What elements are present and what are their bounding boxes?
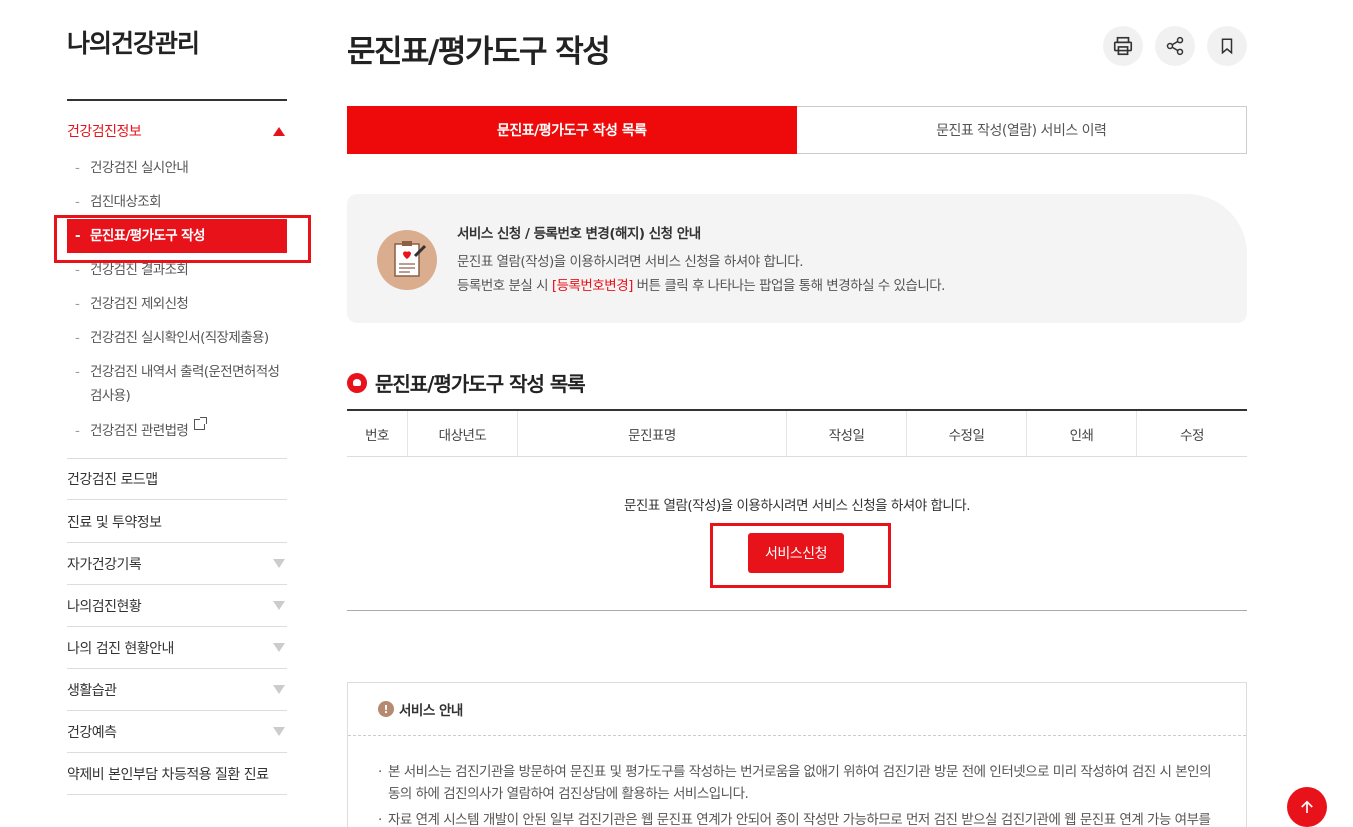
tab-history[interactable]: 문진표 작성(열람) 서비스 이력	[796, 106, 1247, 154]
sidebar-menu-item[interactable]: 생활습관	[67, 669, 287, 711]
page-actions	[1103, 26, 1247, 66]
notice-line: 문진표 열람(작성)을 이용하시려면 서비스 신청을 하셔야 합니다.	[457, 254, 804, 270]
column-header: 문진표명	[518, 411, 787, 456]
sidebar-divider	[67, 99, 287, 101]
page-title: 문진표/평가도구 작성	[347, 34, 611, 70]
active-item-highlight-box	[54, 215, 311, 263]
clipboard-icon	[377, 230, 437, 290]
sidebar-section-health-checkup[interactable]: 건강검진정보	[67, 120, 287, 142]
column-header: 번호	[347, 411, 408, 456]
apply-button-highlight-box	[710, 523, 891, 588]
service-info-header: ! 서비스 안내	[378, 699, 463, 719]
sidebar-section-label: 건강검진정보	[67, 124, 142, 140]
arrow-up-icon	[1301, 800, 1313, 813]
share-button[interactable]	[1155, 26, 1195, 66]
service-info-box: ! 서비스 안내 본 서비스는 검진기관을 방문하여 문진표 및 평가도구를 작…	[347, 682, 1247, 827]
tab-list[interactable]: 문진표/평가도구 작성 목록	[347, 106, 797, 154]
table-bottom-border	[347, 610, 1247, 611]
heart-bubble-icon	[347, 372, 367, 393]
empty-table-message: 문진표 열람(작성)을 이용하시려면 서비스 신청을 하셔야 합니다.	[624, 498, 971, 514]
service-info-divider	[348, 735, 1246, 736]
print-button[interactable]	[1103, 26, 1143, 66]
notice-box: 서비스 신청 / 등록번호 변경(해지) 신청 안내 문진표 열람(작성)을 이…	[347, 194, 1247, 323]
service-info-paragraph: 자료 연계 시스템 개발이 안된 일부 검진기관은 웹 문진표 연계가 안되어 …	[378, 809, 1223, 827]
sidebar-sub-item-law[interactable]: - 건강검진 관련법령	[67, 417, 287, 443]
table-header: 번호 대상년도 문진표명 작성일 수정일 인쇄 수정	[347, 409, 1247, 457]
sidebar-menu-item[interactable]: 자가건강기록	[67, 543, 287, 585]
tab-bar: 문진표/평가도구 작성 목록 문진표 작성(열람) 서비스 이력	[347, 106, 1247, 154]
service-info-paragraph: 본 서비스는 검진기관을 방문하여 문진표 및 평가도구를 작성하는 번거로움을…	[378, 761, 1223, 805]
exclamation-icon: !	[378, 701, 394, 717]
column-header: 수정일	[907, 411, 1027, 456]
column-header: 작성일	[787, 411, 907, 456]
collapse-up-icon	[273, 126, 285, 136]
bookmark-button[interactable]	[1207, 26, 1247, 66]
expand-down-icon	[273, 559, 285, 568]
sidebar-title: 나의건강관리	[67, 29, 200, 58]
change-registration-link[interactable]: [등록번호변경]	[552, 278, 634, 294]
sidebar-menu-item[interactable]: 나의검진현황	[67, 585, 287, 627]
notice-title: 서비스 신청 / 등록번호 변경(해지) 신청 안내	[457, 226, 701, 242]
sidebar-sub-item[interactable]: - 검진대상조회	[67, 190, 287, 214]
list-section-title: 문진표/평가도구 작성 목록	[347, 368, 586, 397]
sidebar-menu-item[interactable]: 나의 검진 현황안내	[67, 627, 287, 669]
notice-line: 등록번호 분실 시 [등록번호변경] 버튼 클릭 후 나타나는 팝업을 통해 변…	[457, 278, 945, 294]
scroll-top-button[interactable]	[1287, 787, 1327, 827]
column-header: 대상년도	[408, 411, 518, 456]
sidebar-menu-item[interactable]: 약제비 본인부담 차등적용 질환 진료	[67, 753, 287, 795]
expand-down-icon	[273, 727, 285, 736]
sidebar-sub-item[interactable]: - 건강검진 실시안내	[67, 156, 287, 180]
sidebar-menu-item[interactable]: 건강검진 로드맵	[67, 458, 287, 500]
expand-down-icon	[273, 643, 285, 652]
sidebar-sub-item[interactable]: - 건강검진 내역서 출력(운전면허적성검사용)	[67, 360, 287, 408]
column-header: 인쇄	[1027, 411, 1137, 456]
sidebar-sub-item[interactable]: - 건강검진 제외신청	[67, 292, 287, 316]
bookmark-icon	[1221, 38, 1233, 55]
sidebar-menu-item[interactable]: 진료 및 투약정보	[67, 501, 287, 543]
column-header: 수정	[1180, 427, 1204, 444]
share-icon	[1166, 36, 1184, 56]
expand-down-icon	[273, 685, 285, 694]
print-icon	[1113, 36, 1133, 56]
external-link-icon	[194, 417, 208, 430]
sidebar-sub-item[interactable]: - 건강검진 실시확인서(직장제출용)	[67, 326, 287, 350]
sidebar-menu-item[interactable]: 건강예측	[67, 711, 287, 753]
expand-down-icon	[273, 601, 285, 610]
